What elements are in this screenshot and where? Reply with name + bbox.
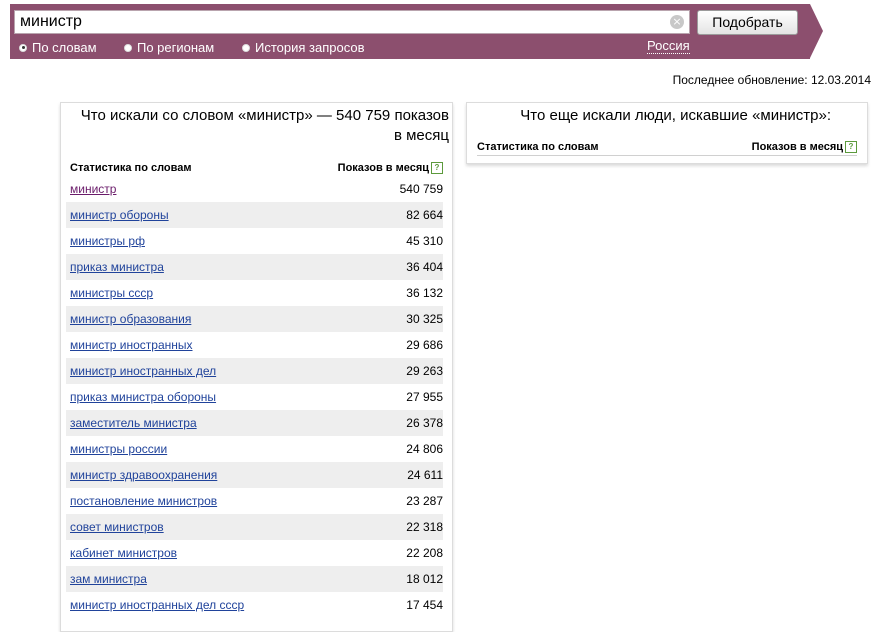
radio-checked-icon — [19, 43, 27, 52]
col-shows: Показов в месяц? — [337, 161, 443, 175]
table-row: зам министра 18 012 — [66, 566, 443, 592]
panel-title: Что искали со словом «министр» — 540 759… — [80, 107, 449, 144]
table-row: министр образования 30 325 — [66, 306, 443, 332]
help-icon[interactable]: ? — [845, 141, 857, 154]
query-link[interactable]: совет министров — [70, 520, 164, 534]
mode-by-words[interactable]: По словам — [19, 40, 97, 55]
words-panel: Что искали со словом «министр» — 540 759… — [60, 102, 453, 632]
results-table: министр 540 759 министр обороны 82 664 минис… — [66, 176, 443, 618]
query-count: 82 664 — [406, 208, 443, 222]
search-input[interactable] — [14, 10, 690, 34]
related-panel: Что еще искали люди, искавшие «министр»:… — [466, 102, 868, 164]
mode-label: История запросов — [255, 40, 365, 55]
query-link[interactable]: министр иностранных дел ссср — [70, 598, 244, 612]
region-selector[interactable]: Россия — [647, 39, 690, 54]
table-row: министр иностранных дел ссср 17 454 — [66, 592, 443, 618]
query-link[interactable]: министры россии — [70, 442, 167, 456]
query-link[interactable]: министр иностранных — [70, 338, 193, 352]
table-row: приказ министра обороны 27 955 — [66, 384, 443, 410]
query-count: 26 378 — [406, 416, 443, 430]
last-update: Последнее обновление: 12.03.2014 — [672, 73, 871, 87]
query-link[interactable]: министр иностранных дел — [70, 364, 216, 378]
table-row: кабинет министров 22 208 — [66, 540, 443, 566]
mode-label: По словам — [32, 40, 97, 55]
query-link[interactable]: зам министра — [70, 572, 147, 586]
table-row: министр иностранных 29 686 — [66, 332, 443, 358]
query-count: 30 325 — [406, 312, 443, 326]
column-headers: Статистика по словам Показов в месяц? — [477, 139, 857, 156]
mode-by-regions[interactable]: По регионам — [124, 40, 214, 55]
query-count: 27 955 — [406, 390, 443, 404]
query-link[interactable]: министры ссср — [70, 286, 153, 300]
col-stats: Статистика по словам — [70, 162, 192, 174]
query-link[interactable]: министр здравоохранения — [70, 468, 217, 482]
query-link[interactable]: министр обороны — [70, 208, 169, 222]
query-count: 29 263 — [406, 364, 443, 378]
query-count: 24 611 — [407, 468, 443, 482]
query-link[interactable]: министры рф — [70, 234, 145, 248]
table-row: министр иностранных дел 29 263 — [66, 358, 443, 384]
help-icon[interactable]: ? — [431, 162, 443, 175]
query-count: 29 686 — [406, 338, 443, 352]
query-link[interactable]: кабинет министров — [70, 546, 177, 560]
table-row: приказ министра 36 404 — [66, 254, 443, 280]
query-count: 45 310 — [406, 234, 443, 248]
table-row: министр здравоохранения 24 611 — [66, 462, 443, 488]
query-count: 22 318 — [406, 520, 443, 534]
table-row: министры рф 45 310 — [66, 228, 443, 254]
radio-icon — [124, 43, 132, 52]
query-link[interactable]: министр образования — [70, 312, 191, 326]
query-count: 36 132 — [406, 286, 443, 300]
table-row: заместитель министра 26 378 — [66, 410, 443, 436]
table-row: министры ссср 36 132 — [66, 280, 443, 306]
table-row: постановление министров 23 287 — [66, 488, 443, 514]
clear-icon[interactable]: × — [670, 15, 684, 29]
table-row: министр обороны 82 664 — [66, 202, 443, 228]
table-row: совет министров 22 318 — [66, 514, 443, 540]
col-shows-label: Показов в месяц — [751, 140, 843, 153]
query-count: 24 806 — [406, 442, 443, 456]
col-stats: Статистика по словам — [477, 141, 599, 153]
query-link[interactable]: заместитель министра — [70, 416, 197, 430]
col-shows: Показов в месяц? — [751, 140, 857, 154]
query-count: 23 287 — [406, 494, 443, 508]
column-headers: Статистика по словам Показов в месяц? — [70, 160, 443, 176]
query-count: 22 208 — [406, 546, 443, 560]
query-count: 540 759 — [399, 182, 443, 196]
query-count: 17 454 — [406, 598, 443, 612]
col-shows-label: Показов в месяц — [337, 161, 429, 174]
query-count: 18 012 — [406, 572, 443, 586]
table-row: министры россии 24 806 — [66, 436, 443, 462]
mode-label: По регионам — [137, 40, 215, 55]
mode-history[interactable]: История запросов — [242, 40, 365, 55]
radio-icon — [242, 43, 250, 52]
panel-title: Что еще искали люди, искавшие «министр»: — [520, 107, 831, 124]
query-link[interactable]: приказ министра обороны — [70, 390, 216, 404]
query-count: 36 404 — [406, 260, 443, 274]
table-row: министр 540 759 — [66, 176, 443, 202]
query-link[interactable]: министр — [70, 182, 116, 196]
query-link[interactable]: постановление министров — [70, 494, 217, 508]
submit-button[interactable]: Подобрать — [697, 10, 798, 35]
search-bar-arrow — [810, 4, 823, 58]
query-link[interactable]: приказ министра — [70, 260, 164, 274]
